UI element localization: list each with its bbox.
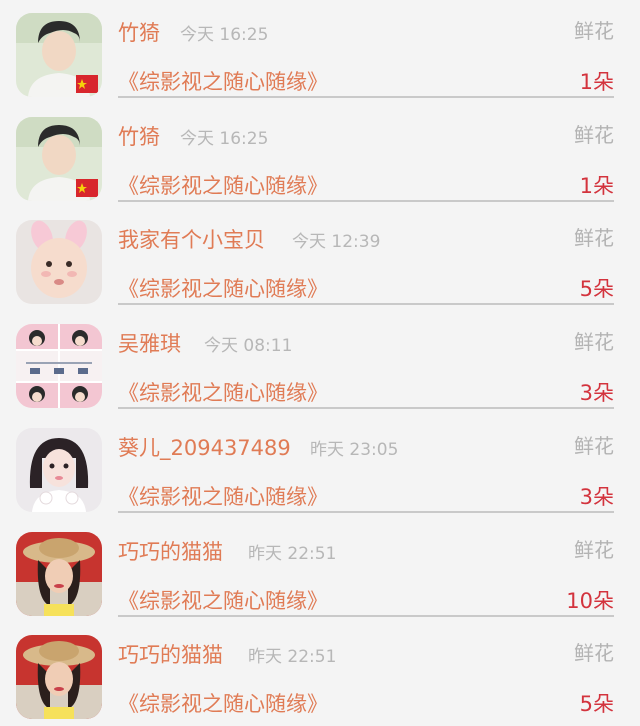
row-divider <box>118 407 614 409</box>
row-divider <box>118 303 614 305</box>
woman-straw-hat-avatar-icon[interactable] <box>16 635 102 719</box>
gift-type: 鲜花 <box>574 434 614 458</box>
username[interactable]: 我家有个小宝贝 <box>118 224 265 254</box>
gift-row[interactable]: 巧巧的猫猫 昨天 22:51 鲜花 《综影视之随心随缘》 10朵 <box>0 519 640 623</box>
timestamp: 昨天 23:05 <box>310 440 399 460</box>
timestamp: 昨天 22:51 <box>248 544 337 564</box>
gift-type: 鲜花 <box>574 19 614 43</box>
username[interactable]: 吴雅琪 <box>118 328 181 358</box>
gift-row[interactable]: 我家有个小宝贝 今天 12:39 鲜花 《综影视之随心随缘》 5朵 <box>0 207 640 311</box>
young-man-avatar-icon[interactable] <box>16 13 102 97</box>
baby-bunny-ears-avatar-icon[interactable] <box>16 220 102 304</box>
username[interactable]: 竹猗 <box>118 121 160 151</box>
novel-title[interactable]: 《综影视之随心随缘》 <box>118 66 328 96</box>
gift-type: 鲜花 <box>574 123 614 147</box>
cartoon-girl-grid-avatar-icon[interactable] <box>16 324 102 408</box>
gift-count: 3朵 <box>579 485 614 509</box>
gift-count: 3朵 <box>579 381 614 405</box>
timestamp: 今天 12:39 <box>292 232 381 252</box>
timestamp: 昨天 22:51 <box>248 647 337 667</box>
novel-title[interactable]: 《综影视之随心随缘》 <box>118 481 328 511</box>
gift-list: 竹猗 今天 16:25 鲜花 《综影视之随心随缘》 1朵 竹猗 今天 16:25… <box>0 0 640 719</box>
gift-row[interactable]: 竹猗 今天 16:25 鲜花 《综影视之随心随缘》 1朵 <box>0 104 640 208</box>
row-divider <box>118 511 614 513</box>
gift-type: 鲜花 <box>574 641 614 665</box>
novel-title[interactable]: 《综影视之随心随缘》 <box>118 585 328 615</box>
woman-straw-hat-avatar-icon[interactable] <box>16 532 102 616</box>
novel-title[interactable]: 《综影视之随心随缘》 <box>118 377 328 407</box>
gift-type: 鲜花 <box>574 226 614 250</box>
girl-dark-hair-avatar-icon[interactable] <box>16 428 102 512</box>
row-divider <box>118 96 614 98</box>
row-divider <box>118 200 614 202</box>
gift-row[interactable]: 葵儿_209437489 昨天 23:05 鲜花 《综影视之随心随缘》 3朵 <box>0 415 640 519</box>
username[interactable]: 巧巧的猫猫 <box>118 536 223 566</box>
young-man-avatar-icon[interactable] <box>16 117 102 201</box>
username[interactable]: 竹猗 <box>118 17 160 47</box>
timestamp: 今天 16:25 <box>180 129 269 149</box>
username[interactable]: 巧巧的猫猫 <box>118 639 223 669</box>
timestamp: 今天 16:25 <box>180 25 269 45</box>
novel-title[interactable]: 《综影视之随心随缘》 <box>118 688 328 718</box>
gift-count: 1朵 <box>579 70 614 94</box>
novel-title[interactable]: 《综影视之随心随缘》 <box>118 170 328 200</box>
novel-title[interactable]: 《综影视之随心随缘》 <box>118 273 328 303</box>
gift-type: 鲜花 <box>574 330 614 354</box>
timestamp: 今天 08:11 <box>204 336 293 356</box>
gift-row[interactable]: 巧巧的猫猫 昨天 22:51 鲜花 《综影视之随心随缘》 5朵 <box>0 622 640 726</box>
gift-count: 5朵 <box>579 277 614 301</box>
username[interactable]: 葵儿_209437489 <box>118 432 291 462</box>
gift-row[interactable]: 竹猗 今天 16:25 鲜花 《综影视之随心随缘》 1朵 <box>0 0 640 104</box>
gift-count: 5朵 <box>579 692 614 716</box>
gift-count: 1朵 <box>579 174 614 198</box>
row-divider <box>118 615 614 617</box>
gift-row[interactable]: 吴雅琪 今天 08:11 鲜花 《综影视之随心随缘》 3朵 <box>0 311 640 415</box>
gift-type: 鲜花 <box>574 538 614 562</box>
gift-count: 10朵 <box>566 589 614 613</box>
